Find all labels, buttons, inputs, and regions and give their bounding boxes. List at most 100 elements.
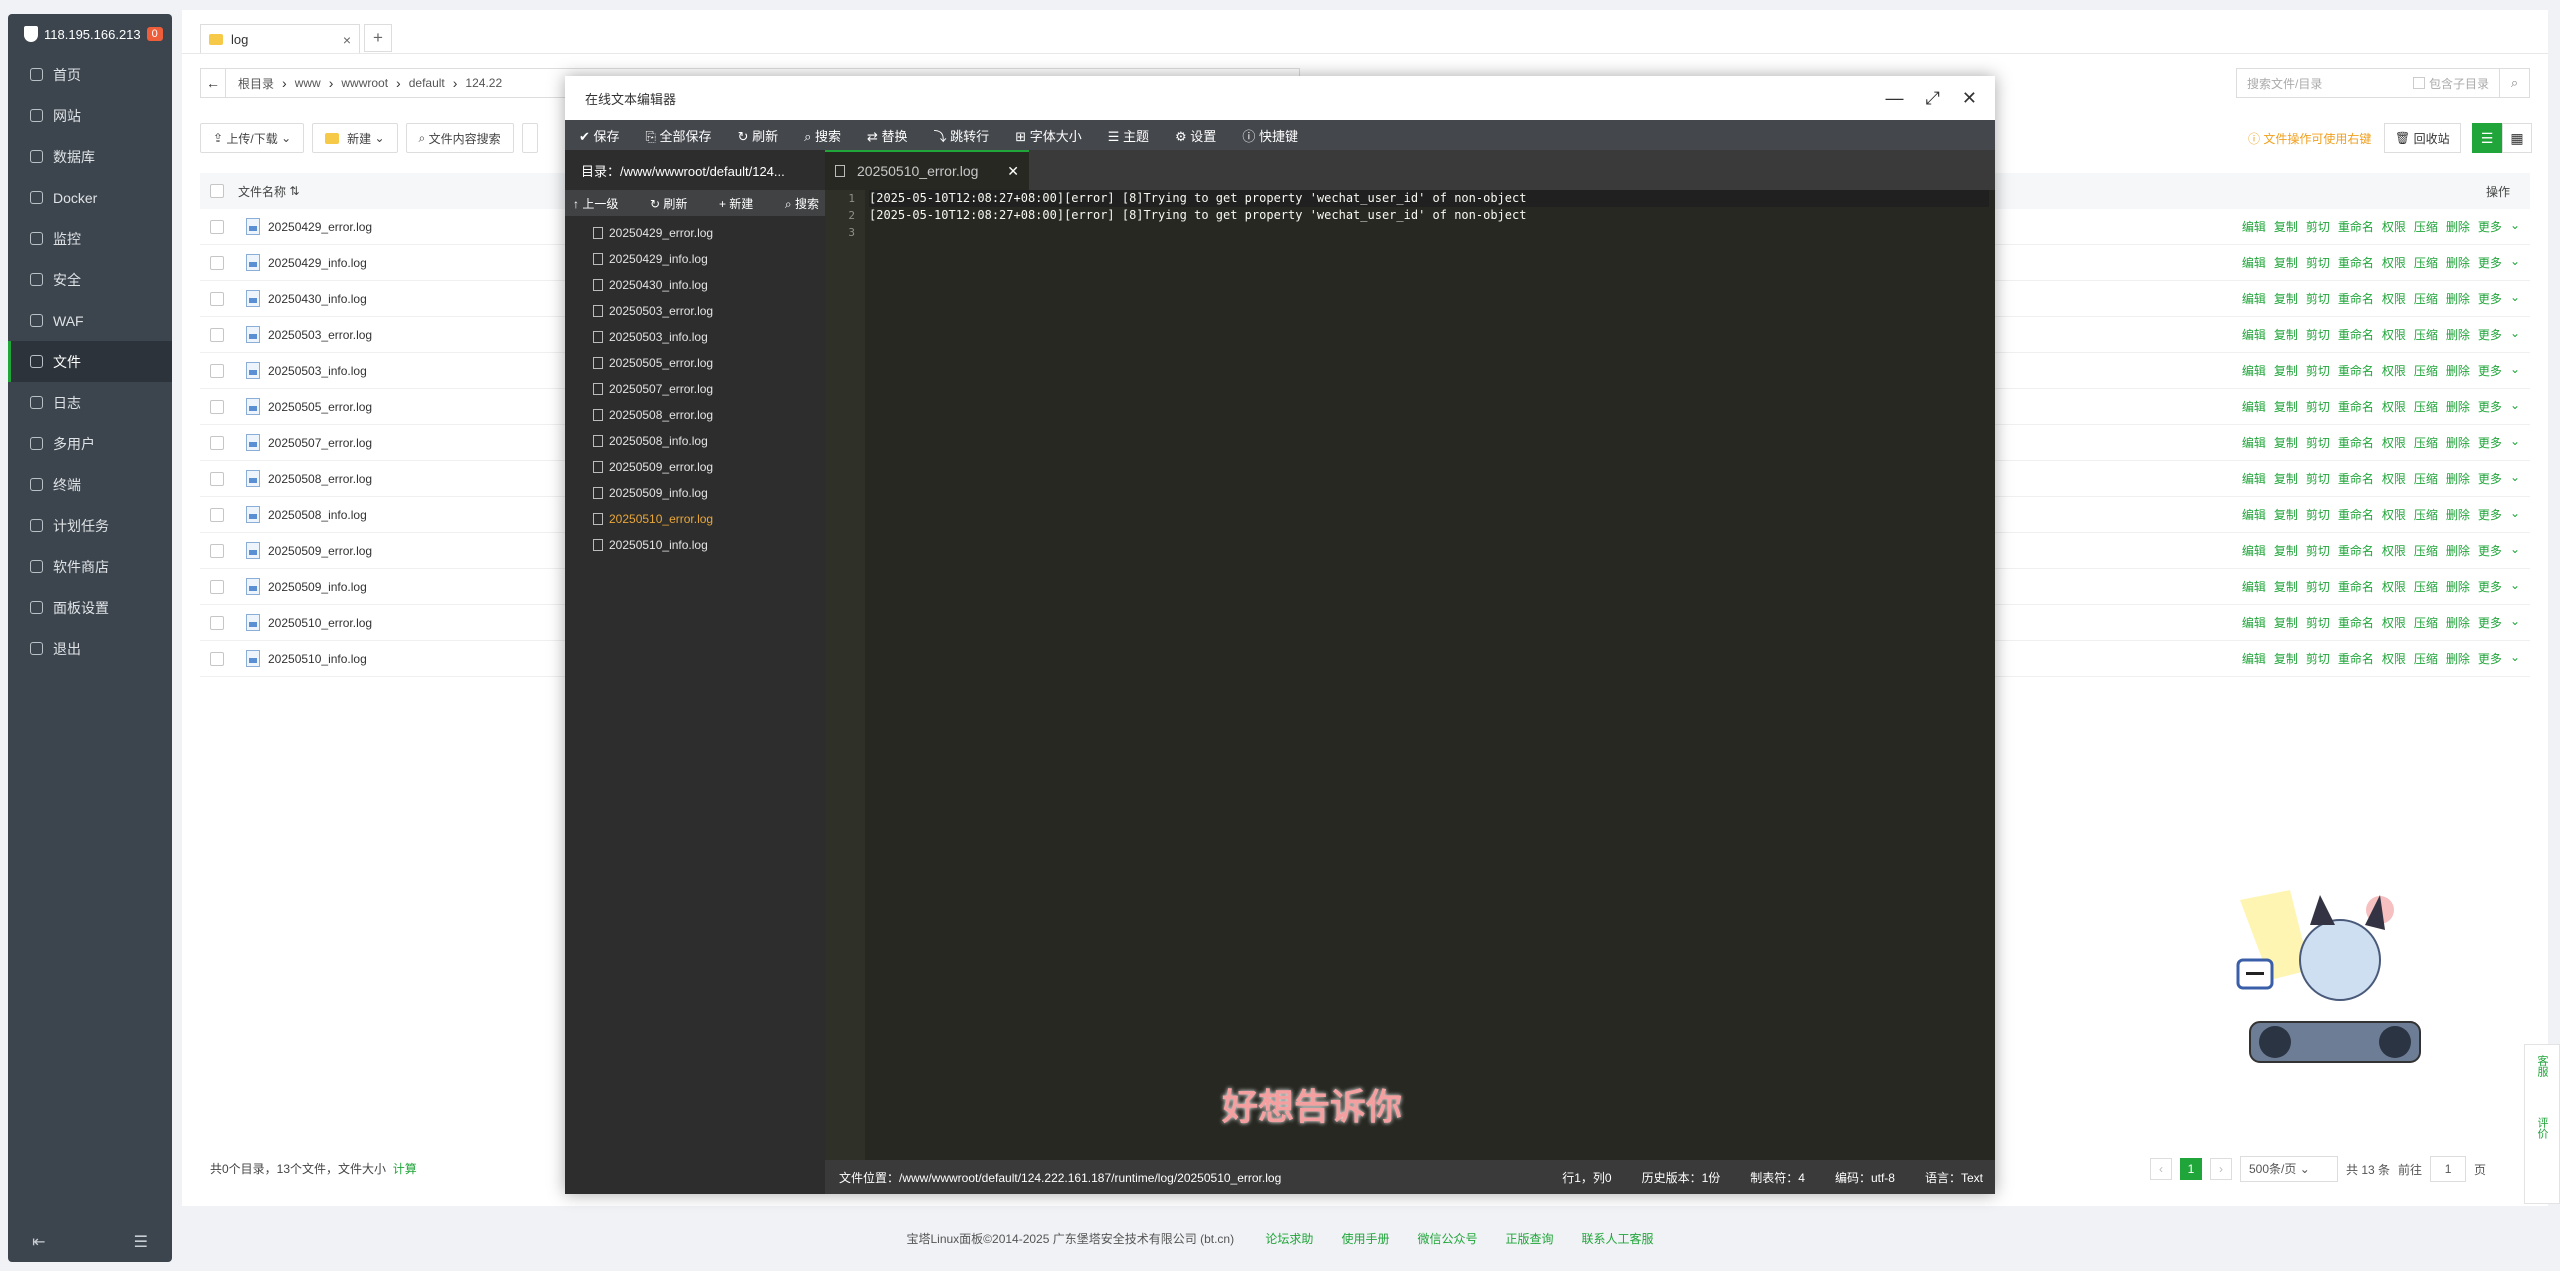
row-action-7[interactable]: 更多 — [2478, 254, 2502, 271]
sort-icon[interactable]: ⇅ — [286, 184, 299, 198]
editor-file-item[interactable]: 20250508_error.log — [565, 402, 825, 428]
row-action-7[interactable]: 更多 — [2478, 398, 2502, 415]
row-action-2[interactable]: 剪切 — [2306, 470, 2330, 487]
row-checkbox[interactable] — [210, 507, 224, 522]
row-action-7[interactable]: 更多 — [2478, 542, 2502, 559]
row-action-3[interactable]: 重命名 — [2338, 398, 2374, 415]
row-action-5[interactable]: 压缩 — [2414, 470, 2438, 487]
editor-file-item[interactable]: 20250430_info.log — [565, 272, 825, 298]
row-action-0[interactable]: 编辑 — [2242, 398, 2266, 415]
footer-link[interactable]: 联系人工客服 — [1581, 1232, 1653, 1246]
status-position[interactable]: 行1，列0 — [1562, 1169, 1611, 1186]
row-action-4[interactable]: 权限 — [2382, 362, 2406, 379]
more-toolbar-button[interactable] — [521, 123, 538, 153]
row-action-6[interactable]: 删除 — [2446, 614, 2470, 631]
editor-file-item[interactable]: 20250510_info.log — [565, 532, 825, 558]
row-action-4[interactable]: 权限 — [2382, 434, 2406, 451]
editor-file-item[interactable]: 20250508_info.log — [565, 428, 825, 454]
row-action-6[interactable]: 删除 — [2446, 290, 2470, 307]
breadcrumb-item[interactable]: default — [409, 76, 445, 90]
row-action-1[interactable]: 复制 — [2274, 290, 2298, 307]
file-search-input[interactable]: 搜索文件/目录 包含子目录 — [2236, 68, 2500, 98]
row-action-1[interactable]: 复制 — [2274, 506, 2298, 523]
calc-link[interactable]: 计算 — [393, 1162, 417, 1176]
row-action-0[interactable]: 编辑 — [2242, 614, 2266, 631]
row-action-7[interactable]: 更多 — [2478, 614, 2502, 631]
file-name[interactable]: 20250429_info.log — [268, 256, 367, 270]
sidebar-item[interactable]: 首页 — [8, 54, 172, 95]
minimize-icon[interactable]: — — [1886, 88, 1904, 109]
back-button[interactable]: ← — [200, 68, 226, 98]
row-action-4[interactable]: 权限 — [2382, 578, 2406, 595]
row-action-3[interactable]: 重命名 — [2338, 254, 2374, 271]
maximize-icon[interactable]: ⤢ — [1926, 88, 1940, 109]
editor-file-item[interactable]: 20250429_error.log — [565, 220, 825, 246]
row-action-6[interactable]: 删除 — [2446, 362, 2470, 379]
prev-page-button[interactable]: ‹ — [2150, 1158, 2172, 1180]
row-action-6[interactable]: 删除 — [2446, 470, 2470, 487]
editor-file-item[interactable]: 20250503_info.log — [565, 324, 825, 350]
row-action-5[interactable]: 压缩 — [2414, 362, 2438, 379]
row-action-5[interactable]: 压缩 — [2414, 218, 2438, 235]
row-checkbox[interactable] — [210, 363, 224, 378]
editor-menu-item[interactable]: ✔ 保存 — [579, 126, 620, 145]
code-area[interactable]: 1 2 3 [2025-05-10T12:08:27+08:00][error] [… — [825, 190, 1995, 1160]
row-action-0[interactable]: 编辑 — [2242, 218, 2266, 235]
row-action-3[interactable]: 重命名 — [2338, 362, 2374, 379]
goto-page-input[interactable]: 1 — [2430, 1156, 2467, 1182]
editor-file-item[interactable]: 20250507_error.log — [565, 376, 825, 402]
editor-menu-item[interactable]: ⚙ 设置 — [1175, 126, 1216, 145]
recycle-bin-button[interactable]: 🗑 回收站 — [2384, 123, 2461, 153]
row-action-5[interactable]: 压缩 — [2414, 614, 2438, 631]
row-checkbox[interactable] — [210, 579, 224, 594]
row-action-5[interactable]: 压缩 — [2414, 398, 2438, 415]
sidebar-item[interactable]: 数据库 — [8, 136, 172, 177]
content-search-button[interactable]: ⌕ 文件内容搜索 — [405, 123, 514, 153]
row-action-0[interactable]: 编辑 — [2242, 326, 2266, 343]
row-action-4[interactable]: 权限 — [2382, 254, 2406, 271]
file-name[interactable]: 20250509_error.log — [268, 544, 372, 558]
sidebar-item[interactable]: Docker — [8, 177, 172, 218]
row-action-1[interactable]: 复制 — [2274, 650, 2298, 667]
sidebar-item[interactable]: 网站 — [8, 95, 172, 136]
row-action-1[interactable]: 复制 — [2274, 614, 2298, 631]
sidebar-item[interactable]: 软件商店 — [8, 546, 172, 587]
editor-file-item[interactable]: 20250510_error.log — [565, 506, 825, 532]
row-action-7[interactable]: 更多 — [2478, 650, 2502, 667]
row-action-6[interactable]: 删除 — [2446, 434, 2470, 451]
col-name[interactable]: 文件名称 — [238, 183, 286, 200]
per-page-select[interactable]: 500条/页 ⌄ — [2240, 1156, 2338, 1182]
row-action-6[interactable]: 删除 — [2446, 506, 2470, 523]
row-action-0[interactable]: 编辑 — [2242, 542, 2266, 559]
row-action-2[interactable]: 剪切 — [2306, 398, 2330, 415]
file-name[interactable]: 20250429_error.log — [268, 220, 372, 234]
row-action-4[interactable]: 权限 — [2382, 326, 2406, 343]
row-action-0[interactable]: 编辑 — [2242, 650, 2266, 667]
row-action-0[interactable]: 编辑 — [2242, 254, 2266, 271]
row-action-0[interactable]: 编辑 — [2242, 506, 2266, 523]
file-name[interactable]: 20250508_error.log — [268, 472, 372, 486]
editor-file-item[interactable]: 20250429_info.log — [565, 246, 825, 272]
row-action-5[interactable]: 压缩 — [2414, 578, 2438, 595]
file-name[interactable]: 20250509_info.log — [268, 580, 367, 594]
editor-menu-item[interactable]: ↻ 刷新 — [738, 126, 779, 145]
list-view-icon[interactable]: ☰ — [2472, 123, 2502, 153]
file-name[interactable]: 20250505_error.log — [268, 400, 372, 414]
row-action-7[interactable]: 更多 — [2478, 578, 2502, 595]
row-action-5[interactable]: 压缩 — [2414, 650, 2438, 667]
row-action-1[interactable]: 复制 — [2274, 434, 2298, 451]
row-checkbox[interactable] — [210, 291, 224, 306]
row-action-7[interactable]: 更多 — [2478, 470, 2502, 487]
editor-file-item[interactable]: 20250509_error.log — [565, 454, 825, 480]
editor-menu-item[interactable]: ⎘ 全部保存 — [646, 126, 712, 145]
row-action-4[interactable]: 权限 — [2382, 470, 2406, 487]
row-action-6[interactable]: 删除 — [2446, 218, 2470, 235]
editor-menu-item[interactable]: ⇄ 替换 — [867, 126, 908, 145]
row-action-4[interactable]: 权限 — [2382, 614, 2406, 631]
row-action-3[interactable]: 重命名 — [2338, 434, 2374, 451]
status-encoding[interactable]: 编码：utf-8 — [1835, 1169, 1895, 1186]
upload-download-button[interactable]: ⇪ 上传/下载 ⌄ — [200, 123, 305, 153]
status-tab-size[interactable]: 制表符：4 — [1750, 1169, 1805, 1186]
row-action-1[interactable]: 复制 — [2274, 542, 2298, 559]
editor-menu-item[interactable]: ⤵ 跳转行 — [934, 126, 990, 145]
